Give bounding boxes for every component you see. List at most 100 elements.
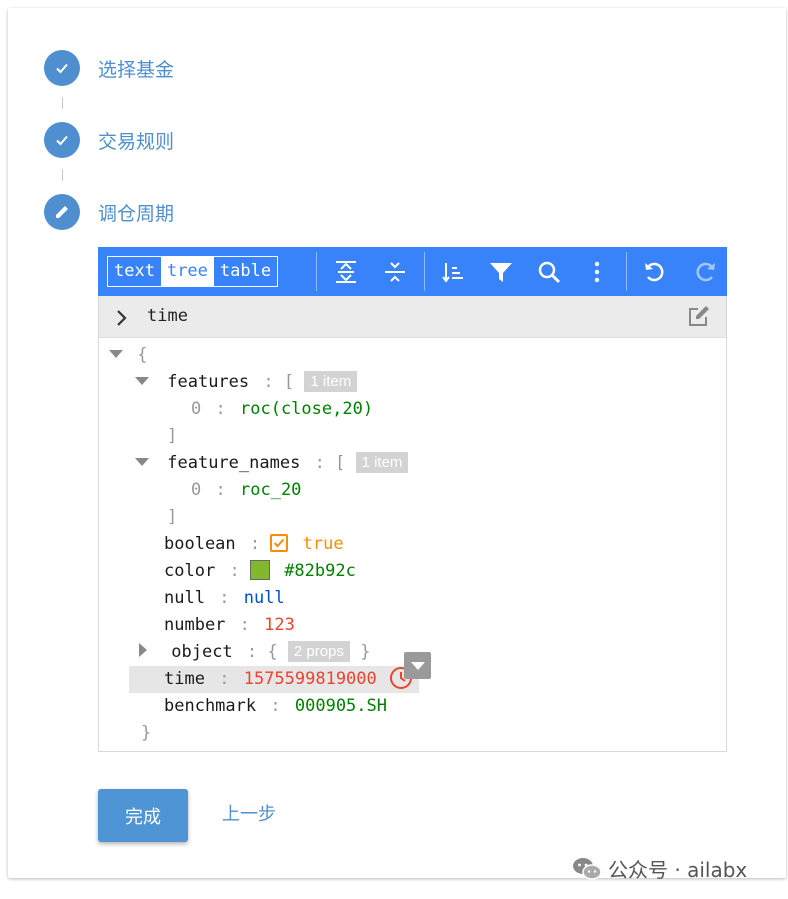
chevron-right-icon bbox=[117, 310, 127, 326]
pencil-icon bbox=[44, 194, 80, 230]
dropdown-arrow-icon bbox=[410, 661, 425, 670]
field-key[interactable]: feature_names bbox=[167, 453, 300, 473]
nav-path[interactable]: time bbox=[147, 306, 188, 326]
props-count-badge: 2 props bbox=[287, 641, 350, 662]
tree-root-row: { bbox=[109, 342, 148, 369]
watermark: 公众号 · ailabx bbox=[572, 854, 747, 883]
item-count-badge: 1 item bbox=[355, 452, 409, 473]
field-key[interactable]: number bbox=[164, 615, 225, 635]
field-key[interactable]: time bbox=[164, 669, 205, 689]
colon: : bbox=[239, 615, 250, 635]
colon: : bbox=[229, 561, 240, 581]
close-brace-row: } bbox=[141, 720, 151, 747]
colon: : bbox=[215, 480, 226, 500]
redo-icon[interactable] bbox=[692, 259, 718, 285]
tree-row-boolean[interactable]: boolean : true bbox=[164, 531, 344, 558]
field-key[interactable]: color bbox=[164, 561, 215, 581]
open-brace: { bbox=[137, 345, 148, 365]
tree-row-color[interactable]: color : #82b92c bbox=[164, 558, 356, 585]
field-value[interactable]: #82b92c bbox=[284, 561, 356, 581]
tree-row-features-0[interactable]: 0 : roc(close,20) bbox=[191, 396, 373, 423]
navigation-bar: time bbox=[99, 296, 726, 338]
tree-row-benchmark[interactable]: benchmark : 000905.SH bbox=[164, 693, 387, 720]
close-brace: } bbox=[360, 642, 371, 662]
field-value[interactable]: 123 bbox=[264, 615, 295, 635]
close-brace: } bbox=[141, 723, 152, 743]
toolbar-divider bbox=[424, 252, 425, 291]
field-value[interactable]: true bbox=[303, 534, 344, 554]
color-swatch[interactable] bbox=[249, 560, 270, 580]
expand-triangle-icon[interactable] bbox=[109, 350, 123, 358]
done-button[interactable]: 完成 bbox=[98, 789, 188, 842]
colon: : bbox=[263, 372, 274, 392]
tree-row-object[interactable]: object : { 2 props } bbox=[139, 639, 370, 666]
field-value[interactable]: 000905.SH bbox=[295, 696, 387, 716]
expand-triangle-icon[interactable] bbox=[135, 377, 149, 385]
field-key[interactable]: object bbox=[171, 642, 232, 662]
check-icon bbox=[44, 122, 80, 158]
filter-icon[interactable] bbox=[488, 259, 514, 285]
field-key[interactable]: features bbox=[167, 372, 249, 392]
step-trade-rules[interactable]: 交易规则 bbox=[44, 122, 174, 158]
colon: : bbox=[314, 453, 325, 473]
colon: : bbox=[270, 696, 281, 716]
step-rebalance-period[interactable]: 调仓周期 bbox=[44, 194, 174, 230]
close-bracket: ] bbox=[167, 507, 178, 527]
open-brace: { bbox=[267, 642, 278, 662]
step-select-fund[interactable]: 选择基金 bbox=[44, 50, 174, 86]
step-label: 调仓周期 bbox=[98, 202, 175, 225]
step-connector bbox=[62, 169, 63, 181]
wechat-icon bbox=[573, 857, 602, 880]
item-count-badge: 1 item bbox=[304, 371, 358, 392]
colon: : bbox=[249, 534, 261, 554]
context-menu-button[interactable] bbox=[404, 652, 431, 679]
previous-step-button[interactable]: 上一步 bbox=[222, 800, 276, 830]
close-bracket: ] bbox=[167, 426, 178, 446]
collapsed-triangle-icon[interactable] bbox=[139, 643, 147, 657]
tree-row-features[interactable]: features : [ 1 item bbox=[135, 369, 358, 396]
search-icon[interactable] bbox=[536, 259, 562, 285]
tree-row-time[interactable]: time : 1575599819000 bbox=[164, 666, 413, 693]
editor-toolbar: text tree table bbox=[98, 247, 727, 296]
tree-row-feature-names-0[interactable]: 0 : roc_20 bbox=[191, 477, 301, 504]
step-connector bbox=[62, 97, 63, 109]
mode-table-button[interactable]: table bbox=[214, 257, 277, 286]
step-label: 交易规则 bbox=[98, 130, 175, 153]
colon: : bbox=[219, 588, 230, 608]
expand-all-icon[interactable] bbox=[333, 259, 359, 285]
colon: : bbox=[215, 399, 226, 419]
step-label: 选择基金 bbox=[98, 58, 175, 81]
colon: : bbox=[246, 642, 258, 662]
open-bracket: [ bbox=[283, 372, 295, 392]
field-key[interactable]: benchmark bbox=[164, 696, 256, 716]
toolbar-divider bbox=[316, 252, 317, 291]
sort-icon[interactable] bbox=[440, 259, 466, 285]
watermark-text: 公众号 · ailabx bbox=[608, 858, 748, 882]
tree-row-feature-names[interactable]: feature_names : [ 1 item bbox=[135, 450, 409, 477]
field-value[interactable]: 1575599819000 bbox=[244, 669, 377, 689]
tree-row-number[interactable]: number : 123 bbox=[164, 612, 295, 639]
field-key[interactable]: null bbox=[164, 588, 205, 608]
mode-text-button[interactable]: text bbox=[108, 257, 161, 286]
field-value[interactable]: roc_20 bbox=[240, 480, 301, 500]
undo-icon[interactable] bbox=[642, 259, 668, 285]
close-bracket-row: ] bbox=[167, 504, 177, 531]
field-index: 0 bbox=[191, 480, 202, 500]
checkbox-icon[interactable] bbox=[270, 534, 289, 552]
mode-tree-button[interactable]: tree bbox=[160, 257, 214, 286]
more-icon[interactable] bbox=[584, 259, 610, 285]
colon: : bbox=[219, 669, 230, 689]
field-value[interactable]: roc(close,20) bbox=[240, 399, 373, 419]
check-icon bbox=[44, 50, 80, 86]
tree-row-null[interactable]: null : null bbox=[164, 585, 285, 612]
json-editor: text tree table time {features: [1 it… bbox=[98, 247, 727, 752]
edit-icon[interactable] bbox=[687, 304, 711, 328]
mode-switcher: text tree table bbox=[107, 256, 279, 287]
field-index: 0 bbox=[191, 399, 202, 419]
open-bracket: [ bbox=[335, 453, 346, 473]
field-value[interactable]: null bbox=[244, 588, 285, 608]
field-key[interactable]: boolean bbox=[164, 534, 236, 554]
close-bracket-row: ] bbox=[167, 423, 177, 450]
collapse-all-icon[interactable] bbox=[382, 259, 408, 285]
expand-triangle-icon[interactable] bbox=[135, 458, 149, 466]
